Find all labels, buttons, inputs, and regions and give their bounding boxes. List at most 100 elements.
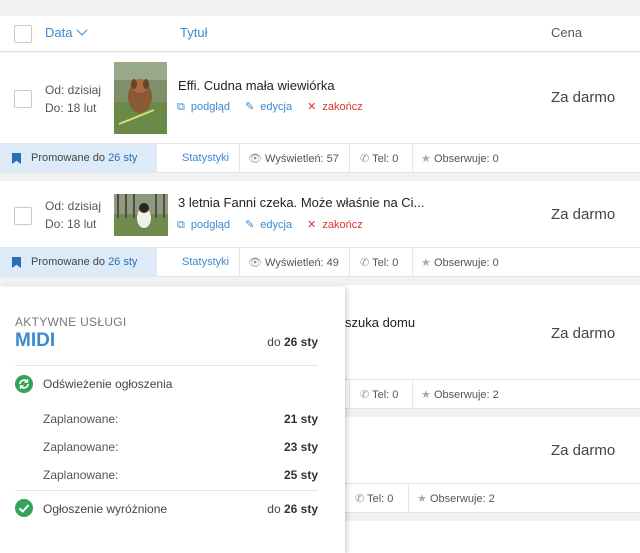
bookmark-icon (12, 153, 21, 164)
ad-dates: Od: dzisiaj Do: 18 lut (45, 197, 101, 233)
watch-stat: ★ Obserwuje: 2 (412, 380, 522, 409)
phone-stat: ✆ Tel: 0 (349, 144, 412, 173)
pencil-icon: ✎ (245, 101, 255, 113)
preview-label: podgląd (190, 219, 231, 231)
end-link[interactable]: ✕ zakończ (307, 219, 369, 231)
promo-date: 26 sty (108, 256, 138, 268)
end-link[interactable]: ✕ zakończ (307, 101, 369, 113)
edit-link[interactable]: ✎ edycja (245, 219, 298, 231)
statistics-label: Statystyki (182, 152, 230, 164)
scheduled-label: Zaplanowane: (43, 468, 119, 482)
title-column-header[interactable]: Tytuł (180, 25, 207, 40)
edit-label: edycja (260, 101, 293, 113)
ad-title[interactable]: Effi. Cudna mała wiewiórka (178, 78, 335, 93)
until-date: 26 sty (283, 335, 318, 349)
refresh-service-name: Odświeżenie ogłoszenia (43, 377, 173, 391)
date-from: Od: dzisiaj (45, 83, 102, 97)
active-services-popup: AKTYWNE USŁUGI MIDI do 26 sty Odświeżeni… (0, 287, 345, 553)
phone-count: Tel: 0 (372, 257, 399, 269)
watch-stat: ★ Obserwuje: 2 (408, 484, 518, 513)
views-stat: 👁 Wyświetleń: 57 (239, 144, 349, 173)
promo-badge[interactable]: Promowane do 26 sty (0, 144, 157, 173)
phone-icon: ✆ (360, 153, 370, 165)
watch-count: Obserwuje: 0 (433, 257, 499, 269)
star-icon: ★ (421, 257, 431, 269)
ad-price: Za darmo (551, 89, 616, 106)
ad-title[interactable]: szuka domu (345, 315, 415, 330)
check-icon (15, 499, 33, 517)
edit-link[interactable]: ✎ edycja (245, 101, 298, 113)
phone-stat: ✆ Tel: 0 (345, 484, 408, 513)
promo-text: Promowane do 26 sty (31, 256, 137, 268)
promo-badge[interactable]: Promowane do 26 sty (0, 248, 157, 277)
end-label: zakończ (322, 219, 363, 231)
views-count: Wyświetleń: 49 (265, 257, 339, 269)
pencil-icon: ✎ (245, 219, 255, 231)
preview-link[interactable]: ⧉ podgląd (177, 101, 236, 113)
select-all-checkbox[interactable] (14, 25, 32, 43)
watch-count: Obserwuje: 2 (433, 389, 499, 401)
scheduled-label: Zaplanowane: (43, 440, 119, 454)
divider (15, 490, 318, 491)
scheduled-label: Zaplanowane: (43, 412, 119, 426)
ad-thumbnail[interactable] (114, 62, 167, 134)
ad-thumbnail[interactable] (114, 194, 168, 236)
star-icon: ★ (421, 389, 431, 401)
promo-prefix: Promowane do (31, 256, 105, 268)
ad-row: Od: dzisiaj Do: 18 lut 3 letnia Fanni cz… (0, 181, 640, 247)
statistics-link[interactable]: Statystyki (157, 144, 239, 173)
bookmark-icon (12, 257, 21, 268)
plan-until: do 26 sty (267, 335, 318, 349)
external-link-icon: ⧉ (177, 101, 185, 113)
ad-actions: ⧉ podgląd ✎ edycja ✕ zakończ (177, 100, 375, 114)
ad-dates: Od: dzisiaj Do: 18 lut (45, 81, 101, 117)
section-label: AKTYWNE USŁUGI (15, 315, 127, 329)
phone-icon: ✆ (360, 389, 370, 401)
promo-date: 26 sty (108, 152, 138, 164)
preview-link[interactable]: ⧉ podgląd (177, 219, 236, 231)
statistics-link[interactable]: Statystyki (157, 248, 239, 277)
highlight-service-name: Ogłoszenie wyróżnione (43, 502, 168, 516)
external-link-icon: ⧉ (177, 219, 185, 231)
promo-text: Promowane do 26 sty (31, 152, 137, 164)
ad-price: Za darmo (551, 325, 616, 342)
watch-count: Obserwuje: 2 (429, 493, 495, 505)
until-prefix: do (267, 502, 281, 516)
scheduled-date: 23 sty (283, 440, 318, 454)
date-from: Od: dzisiaj (45, 199, 102, 213)
ad-stats-bar: Promowane do 26 sty Statystyki 👁 Wyświet… (0, 143, 640, 173)
phone-stat: ✆ Tel: 0 (349, 380, 412, 409)
scheduled-date: 25 sty (283, 468, 318, 482)
sort-by-date[interactable]: Data (45, 24, 89, 40)
chevron-down-icon (76, 24, 89, 36)
date-column-label: Data (45, 25, 73, 40)
views-count: Wyświetleń: 57 (265, 153, 339, 165)
eye-icon: 👁 (248, 257, 262, 269)
star-icon: ★ (421, 153, 431, 165)
promo-prefix: Promowane do (31, 152, 105, 164)
close-icon: ✕ (307, 101, 317, 113)
until-prefix: do (267, 335, 281, 349)
eye-icon: 👁 (248, 153, 262, 165)
divider (15, 365, 318, 366)
watch-stat: ★ Obserwuje: 0 (412, 144, 522, 173)
ad-row: Od: dzisiaj Do: 18 lut Effi. Cudna mała … (0, 53, 640, 143)
ad-checkbox[interactable] (14, 207, 32, 225)
phone-count: Tel: 0 (367, 493, 394, 505)
end-label: zakończ (322, 101, 363, 113)
phone-icon: ✆ (360, 257, 370, 269)
statistics-label: Statystyki (182, 256, 230, 268)
ad-title[interactable]: 3 letnia Fanni czeka. Może właśnie na Ci… (178, 195, 424, 210)
plan-name: MIDI (15, 330, 56, 351)
close-icon: ✕ (307, 219, 317, 231)
price-column-header: Cena (551, 25, 583, 40)
until-date: 26 sty (283, 502, 318, 516)
date-to: Do: 18 lut (45, 101, 97, 115)
ad-stats-bar: Promowane do 26 sty Statystyki 👁 Wyświet… (0, 247, 640, 277)
ad-checkbox[interactable] (14, 90, 32, 108)
phone-count: Tel: 0 (372, 389, 399, 401)
scheduled-date: 21 sty (283, 412, 318, 426)
ad-price: Za darmo (551, 206, 616, 223)
ad-actions: ⧉ podgląd ✎ edycja ✕ zakończ (177, 218, 375, 232)
ad-price: Za darmo (551, 442, 616, 459)
